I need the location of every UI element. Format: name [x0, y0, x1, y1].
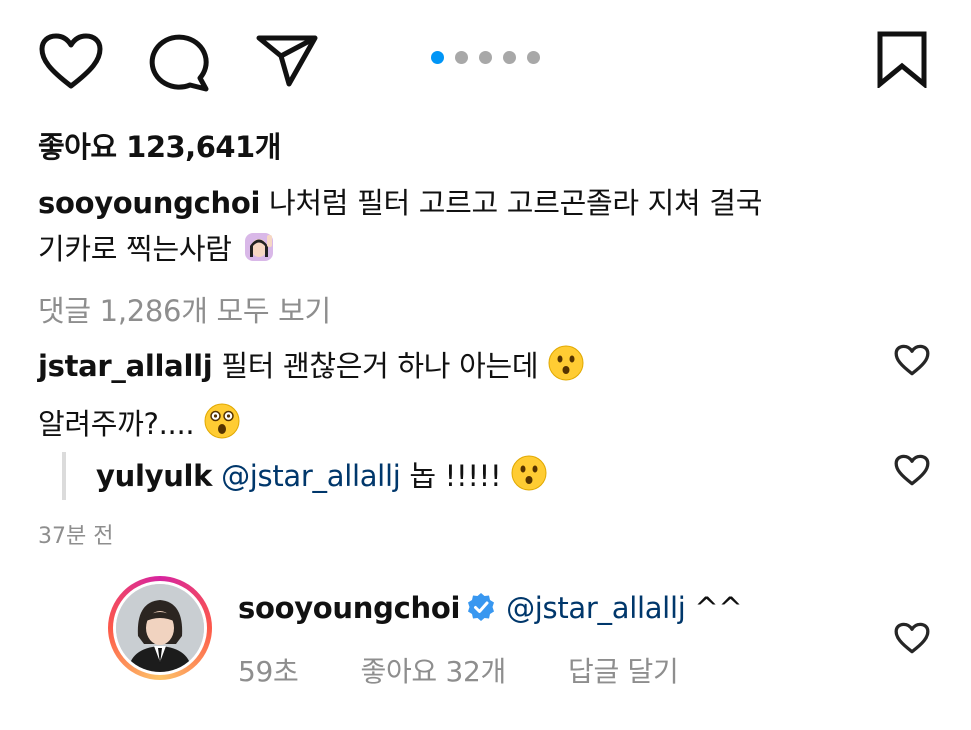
avatar — [116, 584, 204, 672]
hushed-face-emoji-icon — [510, 454, 548, 506]
like-owner-reply-button[interactable] — [894, 622, 930, 658]
carousel-dot — [527, 51, 540, 64]
comment-bubble-icon — [149, 34, 209, 92]
like-button[interactable] — [38, 32, 104, 90]
view-all-comments-link[interactable]: 댓글 1,286개 모두 보기 — [38, 288, 331, 330]
comment-text-line2: 알려주까?.... — [38, 407, 195, 441]
carousel-dot — [431, 51, 444, 64]
carousel-dot — [479, 51, 492, 64]
comment-username[interactable]: jstar_allallj — [38, 349, 213, 383]
heart-icon — [894, 622, 930, 654]
reply-text: ^^ — [694, 591, 743, 625]
woman-raising-hand-emoji-icon — [241, 229, 277, 278]
like-reply-button[interactable] — [894, 454, 930, 490]
carousel-dot — [455, 51, 468, 64]
reply-username[interactable]: yulyulk — [96, 459, 212, 493]
heart-icon — [894, 454, 930, 486]
verified-badge-icon — [466, 588, 496, 636]
reply-likes-count[interactable]: 좋아요 32개 — [361, 650, 507, 690]
reply-mention[interactable]: @jstar_allallj — [506, 591, 686, 625]
owner-reply-meta: 59초 좋아요 32개 답글 달기 — [238, 650, 740, 690]
astonished-face-emoji-icon — [203, 402, 241, 456]
reply-text: 놉 !!!!! — [409, 459, 502, 493]
bookmark-icon — [877, 31, 927, 88]
reply-time: 59초 — [238, 655, 299, 688]
share-button[interactable] — [255, 32, 319, 88]
caption-text-line2: 기카로 찍는사람 — [38, 232, 232, 266]
save-button[interactable] — [874, 30, 930, 88]
heart-icon — [894, 344, 930, 376]
heart-icon — [39, 33, 103, 89]
comment-text-line1: 필터 괜찮은거 하나 아는데 — [221, 349, 539, 383]
carousel-indicator — [431, 51, 540, 64]
story-ring[interactable] — [108, 576, 212, 680]
hushed-face-emoji-icon — [547, 344, 585, 398]
post-caption: sooyoungchoi 나처럼 필터 고르고 고르곤졸라 지쳐 결국 기카로 … — [38, 180, 898, 278]
reply-thread-line — [62, 452, 66, 500]
comment-button[interactable] — [146, 32, 212, 92]
post-action-bar — [0, 0, 971, 120]
reply-mention[interactable]: @jstar_allallj — [221, 459, 401, 493]
comment-item: jstar_allallj 필터 괜찮은거 하나 아는데 알려주까?.... — [38, 340, 858, 456]
reply-button[interactable]: 답글 달기 — [568, 650, 679, 690]
paper-plane-icon — [256, 35, 318, 87]
comment-timestamp: 37분 전 — [38, 524, 114, 549]
caption-text-line1: 나처럼 필터 고르고 고르곤졸라 지쳐 결국 — [269, 186, 763, 220]
carousel-dot — [503, 51, 516, 64]
reply-username[interactable]: sooyoungchoi — [238, 591, 460, 625]
reply-item: yulyulk @jstar_allallj 놉 !!!!! — [96, 452, 548, 506]
caption-author[interactable]: sooyoungchoi — [38, 186, 260, 220]
like-comment-button[interactable] — [894, 344, 930, 380]
likes-count[interactable]: 좋아요 123,641개 — [38, 124, 281, 166]
owner-reply-item: sooyoungchoi @jstar_allallj ^^ — [238, 584, 743, 636]
